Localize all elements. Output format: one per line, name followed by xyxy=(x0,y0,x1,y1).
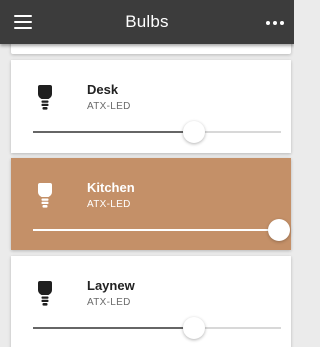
slider-fill xyxy=(33,327,195,329)
slider-thumb[interactable] xyxy=(267,219,290,241)
bulb-icon xyxy=(37,281,53,309)
bulb-card-laynew[interactable]: Laynew ATX-LED xyxy=(11,256,291,347)
bulb-type: ATX-LED xyxy=(87,199,131,210)
slider-fill xyxy=(33,229,279,231)
top-app-bar: Bulbs xyxy=(0,0,294,44)
slider-thumb[interactable] xyxy=(183,317,206,339)
page-title: Bulbs xyxy=(125,12,169,31)
bulb-icon xyxy=(37,85,53,113)
slider-fill xyxy=(33,131,195,133)
more-options-icon[interactable] xyxy=(266,20,284,26)
brightness-slider[interactable] xyxy=(33,317,281,339)
bulb-card-kitchen[interactable]: Kitchen ATX-LED xyxy=(11,158,291,250)
app-screen: Bulbs Desk ATX-LED Kitchen ATX-LED Layne… xyxy=(0,0,294,347)
brightness-slider[interactable] xyxy=(33,219,290,241)
bulb-type: ATX-LED xyxy=(87,101,131,112)
slider-thumb[interactable] xyxy=(183,121,206,143)
bulb-name: Laynew xyxy=(87,278,135,293)
bulb-name: Desk xyxy=(87,82,119,97)
bulb-icon xyxy=(37,183,53,211)
bulb-type: ATX-LED xyxy=(87,297,131,308)
brightness-slider[interactable] xyxy=(33,121,281,143)
bulb-name: Kitchen xyxy=(87,180,135,195)
bulb-card-desk[interactable]: Desk ATX-LED xyxy=(11,60,291,153)
